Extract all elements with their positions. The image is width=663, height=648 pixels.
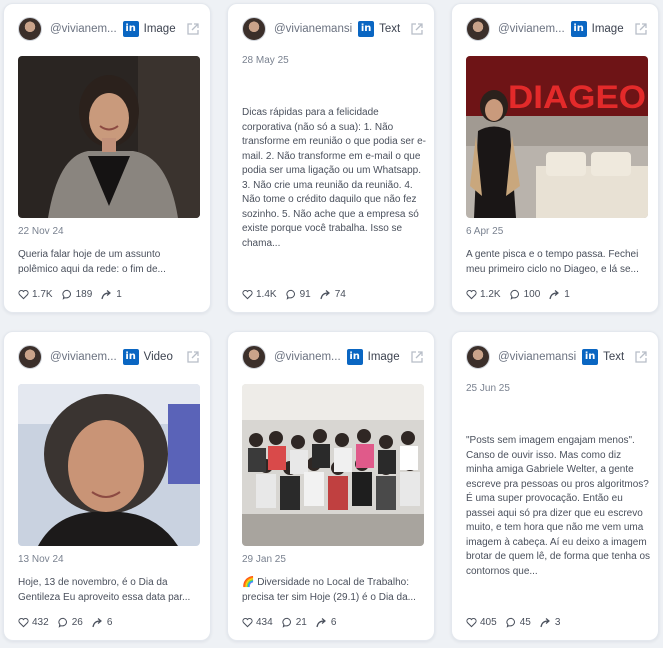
comments-count: 26 bbox=[71, 616, 83, 628]
share-icon bbox=[316, 617, 326, 627]
avatar bbox=[18, 345, 42, 369]
share-icon bbox=[549, 289, 560, 299]
post-card[interactable]: @vivianem... in Image DIAGEO 6 Apr 25 A … bbox=[451, 3, 659, 313]
linkedin-icon: in bbox=[346, 349, 363, 365]
engagement-stats: 1.2K 100 1 bbox=[466, 287, 579, 301]
post-date: 29 Jan 25 bbox=[242, 554, 286, 565]
post-date: 25 Jun 25 bbox=[466, 383, 510, 394]
likes-count: 1.7K bbox=[32, 288, 53, 300]
linkedin-icon: in bbox=[570, 21, 587, 37]
linkedin-icon: in bbox=[358, 21, 375, 37]
share-icon bbox=[92, 617, 102, 627]
comments-count: 100 bbox=[523, 288, 541, 300]
post-text: Dicas rápidas para a felicidade corporat… bbox=[242, 107, 426, 249]
avatar bbox=[242, 345, 266, 369]
comment-icon bbox=[282, 617, 291, 628]
linkedin-icon: in bbox=[582, 349, 599, 365]
shares-count: 6 bbox=[330, 616, 337, 628]
comments-count: 45 bbox=[519, 616, 531, 628]
heart-icon bbox=[18, 289, 29, 299]
post-type-label: Image bbox=[591, 23, 624, 35]
diageo-sign: DIAGEO bbox=[508, 79, 646, 115]
engagement-stats: 1.4K 91 74 bbox=[242, 287, 355, 301]
post-text: "Posts sem imagem engajam menos". Canso … bbox=[466, 435, 650, 577]
avatar bbox=[242, 17, 266, 41]
share-icon bbox=[540, 617, 550, 627]
shares-count: 1 bbox=[564, 288, 570, 300]
post-card[interactable]: @vivianem... in Image 22 Nov 24 Queria f… bbox=[3, 3, 211, 313]
post-image[interactable] bbox=[18, 56, 200, 218]
comments-count: 21 bbox=[295, 616, 307, 628]
comment-icon bbox=[506, 617, 515, 628]
shares-count: 3 bbox=[554, 616, 561, 628]
external-link-icon[interactable] bbox=[186, 22, 200, 36]
likes-count: 1.4K bbox=[256, 288, 277, 300]
heart-icon bbox=[466, 289, 477, 299]
heart-icon bbox=[18, 617, 29, 627]
engagement-stats: 1.7K 189 1 bbox=[18, 287, 131, 301]
external-link-icon[interactable] bbox=[634, 350, 648, 364]
post-type-label: Image bbox=[143, 23, 176, 35]
post-card[interactable]: @vivianem... in Image 29 Jan 25 🌈 Divers… bbox=[227, 331, 435, 641]
post-video-thumbnail[interactable] bbox=[18, 384, 200, 546]
post-date: 28 May 25 bbox=[242, 55, 289, 66]
post-card[interactable]: @vivianem... in Video 13 Nov 24 Hoje, 13… bbox=[3, 331, 211, 641]
heart-icon bbox=[466, 617, 477, 627]
external-link-icon[interactable] bbox=[410, 22, 424, 36]
post-text: 🌈 Diversidade no Local de Trabalho: prec… bbox=[242, 577, 416, 603]
comment-icon bbox=[58, 617, 67, 628]
post-date: 6 Apr 25 bbox=[466, 226, 504, 237]
likes-count: 405 bbox=[480, 616, 497, 628]
share-icon bbox=[101, 289, 112, 299]
avatar bbox=[466, 345, 490, 369]
post-text: Queria falar hoje de um assunto polêmico… bbox=[18, 249, 166, 275]
comments-count: 91 bbox=[299, 288, 311, 300]
comment-icon bbox=[510, 289, 519, 300]
shares-count: 6 bbox=[106, 616, 113, 628]
comments-count: 189 bbox=[75, 288, 93, 300]
post-card[interactable]: @vivianemansi in Text 28 May 25 Dicas rá… bbox=[227, 3, 435, 313]
avatar bbox=[466, 17, 490, 41]
engagement-stats: 405 45 3 bbox=[466, 615, 569, 629]
shares-count: 74 bbox=[334, 288, 346, 300]
engagement-stats: 432 26 6 bbox=[18, 615, 121, 629]
post-type-label: Text bbox=[379, 23, 401, 35]
post-type-label: Video bbox=[143, 351, 173, 363]
post-type-label: Image bbox=[367, 351, 400, 363]
post-text: Hoje, 13 de novembro, é o Dia da Gentile… bbox=[18, 577, 191, 603]
author-handle: @vivianem... bbox=[274, 351, 341, 363]
likes-count: 432 bbox=[32, 616, 49, 628]
comment-icon bbox=[286, 289, 295, 300]
author-handle: @vivianem... bbox=[50, 351, 117, 363]
author-handle: @vivianem... bbox=[50, 23, 117, 35]
post-date: 13 Nov 24 bbox=[18, 554, 64, 565]
linkedin-icon: in bbox=[122, 349, 139, 365]
external-link-icon[interactable] bbox=[634, 22, 648, 36]
heart-icon bbox=[242, 617, 253, 627]
external-link-icon[interactable] bbox=[410, 350, 424, 364]
shares-count: 1 bbox=[116, 288, 122, 300]
engagement-stats: 434 21 6 bbox=[242, 615, 345, 629]
comment-icon bbox=[62, 289, 71, 300]
external-link-icon[interactable] bbox=[186, 350, 200, 364]
likes-count: 1.2K bbox=[480, 288, 501, 300]
post-image[interactable] bbox=[242, 384, 424, 546]
likes-count: 434 bbox=[256, 616, 273, 628]
linkedin-icon: in bbox=[122, 21, 139, 37]
post-type-label: Text bbox=[603, 351, 625, 363]
share-icon bbox=[320, 289, 330, 299]
post-image[interactable]: DIAGEO bbox=[466, 56, 648, 218]
author-handle: @vivianem... bbox=[498, 23, 565, 35]
heart-icon bbox=[242, 289, 253, 299]
author-handle: @vivianemansi bbox=[274, 23, 353, 35]
post-date: 22 Nov 24 bbox=[18, 226, 64, 237]
author-handle: @vivianemansi bbox=[498, 351, 577, 363]
avatar bbox=[18, 17, 42, 41]
post-text: A gente pisca e o tempo passa. Fechei me… bbox=[466, 249, 639, 275]
post-card[interactable]: @vivianemansi in Text 25 Jun 25 "Posts s… bbox=[451, 331, 659, 641]
